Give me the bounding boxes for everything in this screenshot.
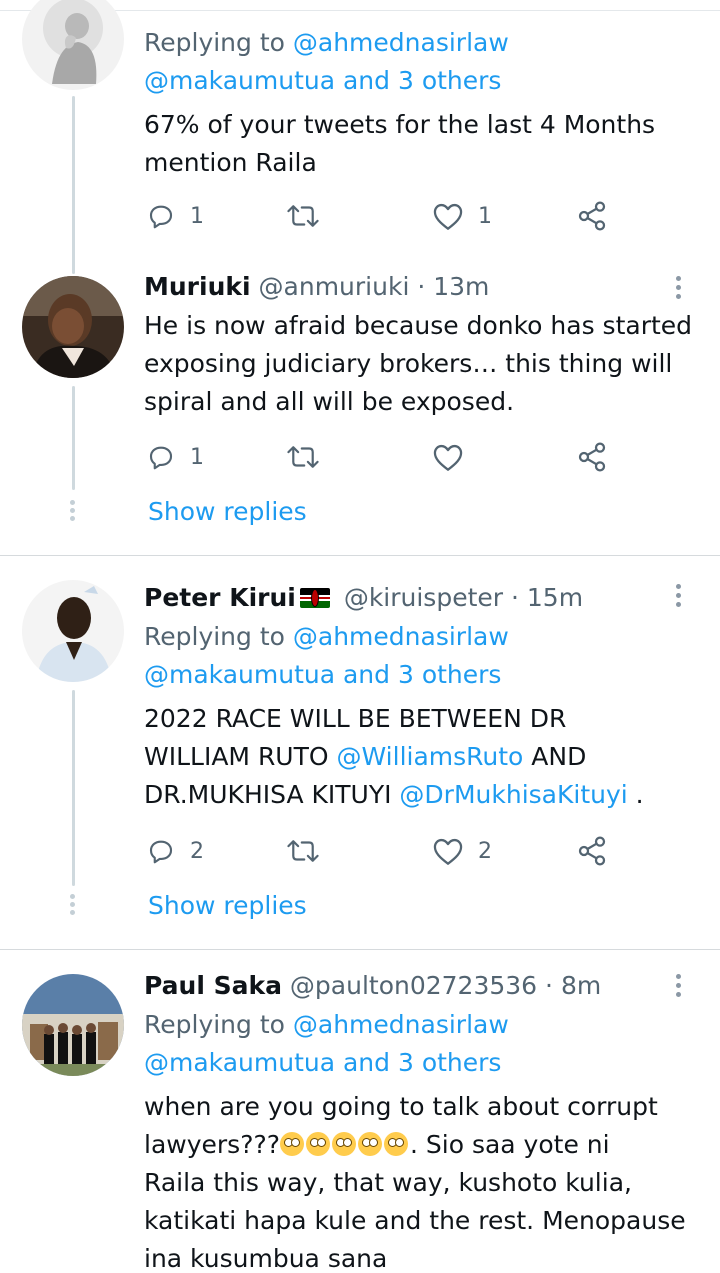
rolling-eyes-emoji-icon — [332, 1132, 356, 1156]
separator: · — [537, 971, 561, 1000]
section-divider — [0, 949, 720, 950]
like-button[interactable] — [432, 440, 464, 474]
reply-button[interactable]: 1 — [146, 199, 204, 233]
tweet-text-line: 2022 RACE WILL BE BETWEEN DR — [144, 704, 567, 733]
like-button[interactable]: 1 — [432, 199, 492, 233]
avatar[interactable] — [22, 974, 124, 1076]
tweet-text-line: when are you going to talk about corrupt — [144, 1092, 658, 1121]
replying-to: Replying to @ahmednasirlaw — [144, 24, 509, 62]
text-segment: . Sio saa yote ni — [410, 1130, 610, 1159]
separator: · — [503, 583, 527, 612]
retweet-icon — [287, 205, 319, 227]
display-name[interactable]: Peter Kirui — [144, 583, 296, 612]
section-divider — [0, 555, 720, 556]
tweet-text-line: Raila this way, that way, kushoto kulia, — [144, 1168, 632, 1197]
share-icon — [578, 442, 606, 472]
mention-link[interactable]: @DrMukhisaKituyi — [399, 780, 627, 809]
separator: · — [409, 272, 434, 301]
kenya-flag-icon — [299, 588, 330, 608]
replying-prefix: Replying to — [144, 622, 293, 651]
heart-icon — [433, 203, 463, 230]
retweet-button[interactable] — [286, 440, 320, 474]
user-handle[interactable]: @anmuriuki — [259, 272, 410, 301]
display-name[interactable]: Paul Saka — [144, 971, 282, 1000]
more-replies-indicator — [69, 500, 77, 524]
mention-link[interactable]: @ahmednasirlaw — [293, 1010, 509, 1039]
reply-count: 1 — [190, 444, 204, 470]
more-options-icon[interactable] — [676, 276, 686, 303]
more-replies-indicator — [69, 894, 77, 918]
tweet-text-line: mention Raila — [144, 148, 317, 177]
timestamp[interactable]: 8m — [561, 971, 601, 1000]
more-options-icon[interactable] — [676, 974, 686, 1001]
tweet-text-line: exposing judiciary brokers… this thing w… — [144, 349, 673, 378]
share-button[interactable] — [576, 834, 608, 868]
heart-icon — [433, 838, 463, 865]
share-button[interactable] — [576, 440, 608, 474]
replying-prefix: Replying to — [144, 1010, 293, 1039]
mention-link[interactable]: @ahmednasirlaw — [293, 622, 509, 651]
replying-to: Replying to @ahmednasirlaw — [144, 1006, 509, 1044]
tweet-text-line: He is now afraid because donko has start… — [144, 311, 693, 340]
tweet-header: Paul Saka @paulton02723536 · 8m — [144, 967, 601, 1005]
timestamp[interactable]: 15m — [527, 583, 583, 612]
timestamp[interactable]: 13m — [433, 272, 489, 301]
tweet-text-line: katikati hapa kule and the rest. Menopau… — [144, 1206, 686, 1235]
rolling-eyes-emoji-icon — [384, 1132, 408, 1156]
user-handle[interactable]: @kiruispeter — [344, 583, 503, 612]
rolling-eyes-emoji-icon — [358, 1132, 382, 1156]
replying-others[interactable]: @makaumutua and 3 others — [144, 1044, 501, 1082]
reply-button[interactable]: 2 — [146, 834, 204, 868]
heart-icon — [433, 444, 463, 471]
show-replies-link[interactable]: Show replies — [148, 497, 307, 526]
share-icon — [578, 836, 606, 866]
text-segment: . — [627, 780, 644, 809]
replying-others[interactable]: @makaumutua and 3 others — [144, 62, 501, 100]
replying-prefix: Replying to — [144, 28, 293, 57]
display-name[interactable]: Muriuki — [144, 272, 251, 301]
rolling-eyes-emoji-icon — [280, 1132, 304, 1156]
like-button[interactable]: 2 — [432, 834, 492, 868]
text-segment: AND — [523, 742, 587, 771]
mention-link[interactable]: @ahmednasirlaw — [293, 28, 509, 57]
replying-to: Replying to @ahmednasirlaw — [144, 618, 509, 656]
mention-link[interactable]: @WilliamsRuto — [337, 742, 524, 771]
text-segment: WILLIAM RUTO — [144, 742, 337, 771]
tweet-text-line: ina kusumbua sana — [144, 1244, 388, 1273]
text-segment: DR.MUKHISA KITUYI — [144, 780, 400, 809]
show-replies-link[interactable]: Show replies — [148, 891, 307, 920]
reply-count: 2 — [190, 838, 204, 864]
tweet-text-line: WILLIAM RUTO @WilliamsRuto AND — [144, 738, 586, 776]
like-count: 1 — [478, 203, 492, 229]
tweet-text-line: DR.MUKHISA KITUYI @DrMukhisaKituyi . — [144, 776, 644, 814]
retweet-button[interactable] — [286, 834, 320, 868]
avatar[interactable] — [22, 276, 124, 378]
reply-icon — [149, 205, 173, 229]
thread-line — [72, 386, 75, 490]
reply-icon — [149, 446, 173, 470]
retweet-icon — [287, 446, 319, 468]
tweet-header: Peter Kirui @kiruispeter · 15m — [144, 579, 583, 617]
like-count: 2 — [478, 838, 492, 864]
thread-line — [72, 96, 75, 274]
retweet-button[interactable] — [286, 199, 320, 233]
more-options-icon[interactable] — [676, 584, 686, 611]
share-button[interactable] — [576, 199, 608, 233]
rolling-eyes-emoji-icon — [306, 1132, 330, 1156]
user-handle[interactable]: @paulton02723536 — [290, 971, 537, 1000]
avatar[interactable] — [22, 0, 124, 90]
replying-others[interactable]: @makaumutua and 3 others — [144, 656, 501, 694]
share-icon — [578, 201, 606, 231]
tweet-text-line: lawyers??? . Sio saa yote ni — [144, 1126, 610, 1164]
reply-icon — [149, 840, 173, 864]
retweet-icon — [287, 840, 319, 862]
tweet-text-line: spiral and all will be exposed. — [144, 387, 515, 416]
avatar[interactable] — [22, 580, 124, 682]
tweet-text-line: 67% of your tweets for the last 4 Months — [144, 110, 656, 139]
reply-count: 1 — [190, 203, 204, 229]
text-segment: lawyers??? — [144, 1130, 280, 1159]
reply-button[interactable]: 1 — [146, 440, 204, 474]
thread-line — [72, 690, 75, 886]
tweet-header: Muriuki @anmuriuki · 13m — [144, 268, 489, 306]
